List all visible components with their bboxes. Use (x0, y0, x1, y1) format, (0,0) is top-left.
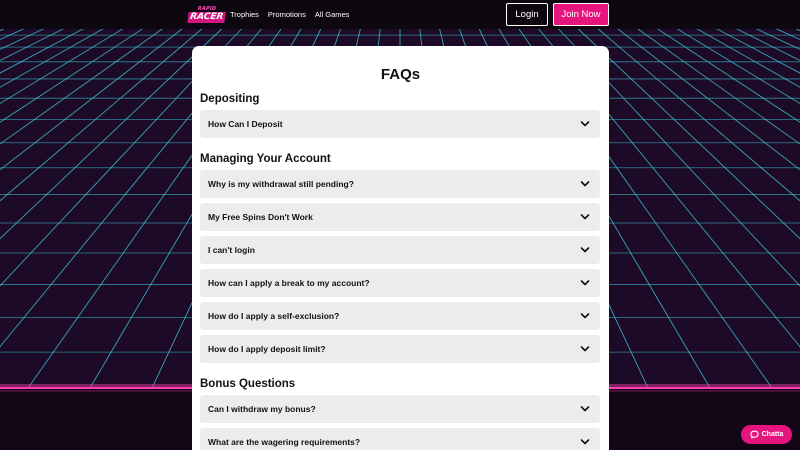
faq-question: Why is my withdrawal still pending? (208, 179, 354, 189)
faq-question: How Can I Deposit (208, 119, 283, 129)
chevron-down-icon (580, 313, 590, 319)
logo-main-text: RACER (187, 11, 227, 23)
chat-label: Chatta (761, 431, 784, 438)
section-heading-depositing: Depositing (200, 93, 260, 105)
faq-item[interactable]: Why is my withdrawal still pending? (200, 170, 600, 198)
main-nav: Trophies Promotions All Games (230, 0, 349, 29)
chevron-down-icon (580, 406, 590, 412)
faq-item[interactable]: How do I apply a self-exclusion? (200, 302, 600, 330)
page-title: FAQs (380, 66, 421, 83)
faq-item[interactable]: Can I withdraw my bonus? (200, 395, 600, 423)
join-now-button[interactable]: Join Now (553, 3, 609, 26)
chevron-down-icon (580, 346, 590, 352)
site-logo[interactable]: RAPID RACER (187, 3, 227, 25)
chevron-down-icon (580, 280, 590, 286)
chevron-down-icon (580, 439, 590, 445)
faq-item[interactable]: How do I apply deposit limit? (200, 335, 600, 363)
faq-item[interactable]: My Free Spins Don't Work (200, 203, 600, 231)
faq-question: Can I withdraw my bonus? (208, 404, 316, 414)
chevron-down-icon (580, 121, 590, 127)
top-navigation-bar: RAPID RACER Trophies Promotions All Game… (0, 0, 800, 29)
faq-panel: FAQs Depositing How Can I Deposit Managi… (192, 46, 609, 450)
faq-item[interactable]: I can't login (200, 236, 600, 264)
faq-question: My Free Spins Don't Work (208, 212, 313, 222)
nav-link-promotions[interactable]: Promotions (268, 10, 306, 19)
faq-question: How do I apply deposit limit? (208, 344, 326, 354)
chevron-down-icon (580, 181, 590, 187)
logo-top-text: RAPID (197, 5, 217, 12)
faq-item[interactable]: What are the wagering requirements? (200, 428, 600, 450)
faq-item[interactable]: How can I apply a break to my account? (200, 269, 600, 297)
nav-link-all-games[interactable]: All Games (315, 10, 350, 19)
chevron-down-icon (580, 247, 590, 253)
section-heading-managing-account: Managing Your Account (200, 153, 331, 165)
faq-question: I can't login (208, 245, 255, 255)
section-heading-bonus-questions: Bonus Questions (200, 378, 296, 390)
nav-link-trophies[interactable]: Trophies (230, 10, 259, 19)
login-button[interactable]: Login (506, 3, 548, 26)
chat-bubble-icon (749, 430, 759, 439)
faq-question: How can I apply a break to my account? (208, 278, 370, 288)
chevron-down-icon (580, 214, 590, 220)
faq-item[interactable]: How Can I Deposit (200, 110, 600, 138)
faq-question: How do I apply a self-exclusion? (208, 311, 340, 321)
chat-button[interactable]: Chatta (741, 425, 792, 444)
faq-question: What are the wagering requirements? (208, 437, 361, 447)
